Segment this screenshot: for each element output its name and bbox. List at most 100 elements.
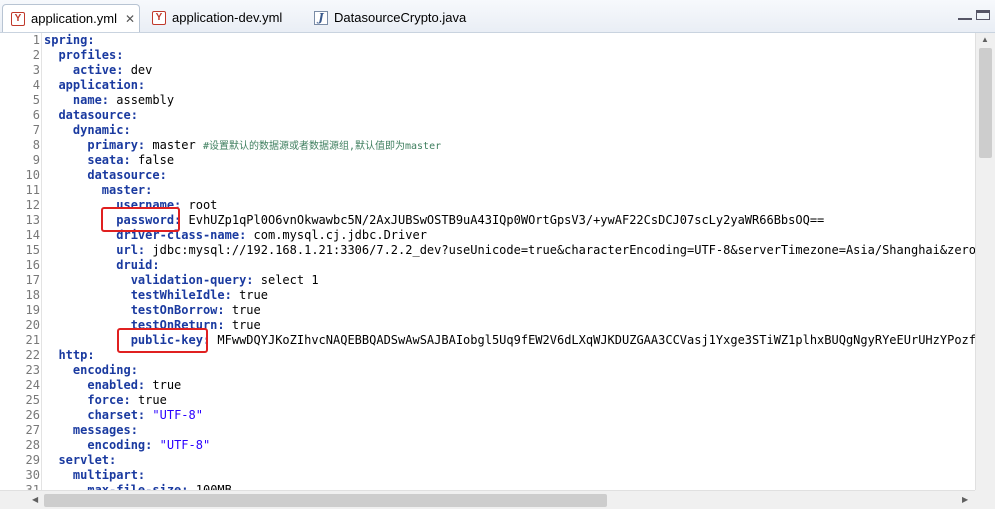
line-number: 22	[25, 348, 40, 362]
code-line[interactable]: 9 seata: false	[0, 153, 975, 168]
code-text: spring:	[40, 33, 95, 48]
close-icon[interactable]: ✕	[125, 12, 135, 26]
line-number: 15	[25, 243, 40, 257]
code-line[interactable]: 11 master:	[0, 183, 975, 198]
code-text: encoding: "UTF-8"	[40, 438, 210, 453]
yaml-key: datasource:	[87, 168, 167, 182]
code-line[interactable]: 29 servlet:	[0, 453, 975, 468]
code-line[interactable]: 21 public-key: MFwwDQYJKoZIhvcNAQEBBQADS…	[0, 333, 975, 348]
code-line[interactable]: 24 enabled: true	[0, 378, 975, 393]
code-text: name: assembly	[40, 93, 174, 108]
code-line[interactable]: 1 spring:	[0, 33, 975, 48]
scroll-left-icon[interactable]: ◀	[32, 495, 38, 504]
yaml-key: dynamic:	[72, 123, 131, 137]
code-line[interactable]: 10 datasource:	[0, 168, 975, 183]
tab-label: DatasourceCrypto.java	[334, 10, 467, 25]
yaml-value: EvhUZp1qPl0O6vnOkwawbc5N/2AxJUBSwOSTB9uA…	[181, 213, 825, 227]
code-text: application:	[40, 78, 145, 93]
code-line[interactable]: 6 datasource:	[0, 108, 975, 123]
line-number: 21	[25, 333, 40, 347]
line-number: 31	[25, 483, 40, 490]
vertical-scroll-thumb[interactable]	[979, 48, 992, 158]
yaml-value: true	[130, 393, 167, 407]
code-line[interactable]: 12 username: root	[0, 198, 975, 213]
yaml-value: select 1	[253, 273, 319, 287]
line-number: 18	[25, 288, 40, 302]
yaml-comment: #设置默认的数据源或者数据源组,默认值即为master	[202, 141, 442, 152]
code-text: druid:	[40, 258, 159, 273]
vertical-scrollbar[interactable]: ▲	[975, 33, 995, 490]
code-line[interactable]: 20 testOnReturn: true	[0, 318, 975, 333]
code-line[interactable]: 2 profiles:	[0, 48, 975, 63]
yaml-string-value: "UTF-8"	[152, 408, 203, 422]
maximize-icon[interactable]	[976, 10, 990, 20]
yaml-key: application:	[58, 78, 146, 92]
code-line[interactable]: 19 testOnBorrow: true	[0, 303, 975, 318]
yaml-value: true	[231, 288, 268, 302]
yaml-value: dev	[123, 63, 153, 77]
code-text: datasource:	[40, 108, 137, 123]
yaml-key: multipart:	[72, 468, 146, 482]
scroll-right-icon[interactable]: ▶	[962, 495, 968, 504]
code-line[interactable]: 30 multipart:	[0, 468, 975, 483]
code-line[interactable]: 28 encoding: "UTF-8"	[0, 438, 975, 453]
code-line[interactable]: 8 primary: master #设置默认的数据源或者数据源组,默认值即为m…	[0, 138, 975, 153]
tab-application-dev-yml[interactable]: Y application-dev.yml	[144, 4, 304, 31]
code-text: url: jdbc:mysql://192.168.1.21:3306/7.2.…	[40, 243, 975, 258]
code-editor[interactable]: 1 spring: 2 profiles: 3 active: dev 4 applic…	[0, 33, 975, 490]
code-text: primary: master #设置默认的数据源或者数据源组,默认值即为mas…	[40, 138, 441, 154]
tab-application-yml[interactable]: Y application.yml ✕	[2, 4, 140, 32]
yaml-key: profiles:	[58, 48, 124, 62]
tab-datasourcecrypto-java[interactable]: J DatasourceCrypto.java	[306, 4, 486, 31]
code-line[interactable]: 5 name: assembly	[0, 93, 975, 108]
code-line[interactable]: 22 http:	[0, 348, 975, 363]
line-number: 28	[25, 438, 40, 452]
line-number: 14	[25, 228, 40, 242]
yaml-key: primary:	[87, 138, 146, 152]
code-line[interactable]: 18 testWhileIdle: true	[0, 288, 975, 303]
code-line[interactable]: 13 password: EvhUZp1qPl0O6vnOkwawbc5N/2A…	[0, 213, 975, 228]
yaml-value	[152, 438, 159, 452]
horizontal-scroll-thumb[interactable]	[44, 494, 607, 507]
code-line[interactable]: 4 application:	[0, 78, 975, 93]
line-number: 26	[25, 408, 40, 422]
minimize-icon[interactable]	[958, 10, 972, 20]
code-text: max-file-size: 100MB	[40, 483, 232, 490]
scrollbar-corner	[975, 490, 995, 509]
line-number: 6	[32, 108, 40, 122]
line-number: 23	[25, 363, 40, 377]
code-line[interactable]: 27 messages:	[0, 423, 975, 438]
code-line[interactable]: 23 encoding:	[0, 363, 975, 378]
line-number: 8	[32, 138, 40, 152]
code-line[interactable]: 16 druid:	[0, 258, 975, 273]
code-line[interactable]: 31 max-file-size: 100MB	[0, 483, 975, 490]
code-line[interactable]: 17 validation-query: select 1	[0, 273, 975, 288]
yaml-value: MFwwDQYJKoZIhvcNAQEBBQADSwAwSAJBAIobgl5U…	[210, 333, 975, 347]
horizontal-scrollbar[interactable]: ◀ ▶	[0, 490, 975, 509]
scroll-up-icon[interactable]: ▲	[981, 35, 989, 44]
yaml-key: testOnReturn:	[130, 318, 225, 332]
line-number: 19	[25, 303, 40, 317]
code-line[interactable]: 15 url: jdbc:mysql://192.168.1.21:3306/7…	[0, 243, 975, 258]
line-number: 7	[32, 123, 40, 137]
code-text: datasource:	[40, 168, 167, 183]
code-text: driver-class-name: com.mysql.cj.jdbc.Dri…	[40, 228, 427, 243]
code-line[interactable]: 14 driver-class-name: com.mysql.cj.jdbc.…	[0, 228, 975, 243]
code-line[interactable]: 7 dynamic:	[0, 123, 975, 138]
line-number: 1	[32, 33, 40, 47]
code-text: servlet:	[40, 453, 116, 468]
code-line[interactable]: 3 active: dev	[0, 63, 975, 78]
code-line[interactable]: 25 force: true	[0, 393, 975, 408]
code-line[interactable]: 26 charset: "UTF-8"	[0, 408, 975, 423]
